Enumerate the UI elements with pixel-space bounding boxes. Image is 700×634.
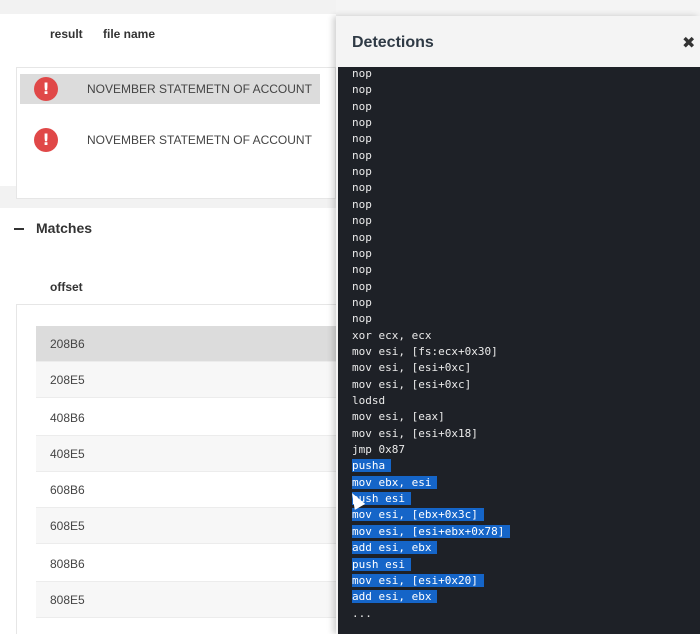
code-line: nop bbox=[352, 197, 372, 211]
code-line: nop bbox=[352, 246, 372, 260]
close-icon[interactable]: ✖ bbox=[682, 33, 695, 52]
offset-column-header: offset bbox=[50, 280, 83, 294]
file-row[interactable]: ! NOVEMBER STATEMETN OF ACCOUNT bbox=[20, 74, 320, 104]
code-line: mov esi, [esi+0x18] bbox=[352, 426, 478, 440]
file-name-column-header: file name bbox=[103, 27, 156, 41]
code-line: mov esi, [eax] bbox=[352, 410, 445, 424]
offset-row[interactable]: 408B6 bbox=[36, 400, 336, 436]
code-line: nop bbox=[352, 132, 372, 146]
code-line: nop bbox=[352, 67, 372, 80]
code-line: nop bbox=[352, 148, 372, 162]
offset-row[interactable]: 608E5 bbox=[36, 508, 336, 544]
code-line: add esi, ebx bbox=[352, 589, 438, 604]
code-line: nop bbox=[352, 312, 372, 326]
files-card: result file name ! NOVEMBER STATEMETN OF… bbox=[0, 14, 336, 199]
matches-title: Matches bbox=[36, 220, 93, 236]
file-name: NOVEMBER STATEMETN OF ACCOUNT bbox=[87, 133, 312, 147]
matches-card: Matches offset 208B6 208E5 408B6 408E5 608B6… bbox=[0, 208, 336, 634]
error-icon: ! bbox=[34, 77, 58, 101]
offset-row[interactable]: 808B6 bbox=[36, 546, 336, 582]
code-line: ... bbox=[352, 606, 372, 620]
disassembly-view[interactable]: nop nop nop nop nop nop nop nop nop nop nop nop nop n… bbox=[338, 67, 700, 634]
offset-row[interactable]: 608B6 bbox=[36, 472, 336, 508]
code-line: mov esi, [esi+ebx+0x78] bbox=[352, 524, 511, 539]
result-column-header: result bbox=[50, 27, 83, 41]
code-line: nop bbox=[352, 214, 372, 228]
code-line: mov esi, [esi+0xc] bbox=[352, 377, 472, 391]
offset-value: 808B6 bbox=[50, 557, 85, 571]
offset-value: 408B6 bbox=[50, 411, 85, 425]
detections-panel: Detections ✖ nop nop nop nop nop nop nop nop nop… bbox=[336, 16, 700, 634]
offset-row[interactable]: 208B6 bbox=[36, 326, 336, 362]
code-line: nop bbox=[352, 230, 372, 244]
code-line: nop bbox=[352, 99, 372, 113]
results-panel: result file name ! NOVEMBER STATEMETN OF… bbox=[0, 0, 336, 634]
code-line: add esi, ebx bbox=[352, 540, 438, 555]
error-icon: ! bbox=[34, 128, 58, 152]
offset-value: 208B6 bbox=[50, 337, 85, 351]
code-line: nop bbox=[352, 263, 372, 277]
code-line: mov ebx, esi bbox=[352, 475, 438, 490]
code-line: lodsd bbox=[352, 394, 386, 407]
code-line: nop bbox=[352, 295, 372, 309]
offset-value: 608B6 bbox=[50, 483, 85, 497]
code-line: nop bbox=[352, 83, 372, 97]
collapse-icon bbox=[14, 228, 24, 231]
offset-row[interactable]: 208E5 bbox=[36, 362, 336, 398]
code-line: mov esi, [esi+0xc] bbox=[352, 361, 472, 375]
offset-row[interactable]: 408E5 bbox=[36, 436, 336, 472]
offset-value: 408E5 bbox=[50, 447, 85, 461]
code-line: nop bbox=[352, 181, 372, 195]
offset-value: 608E5 bbox=[50, 519, 85, 533]
offset-row[interactable]: 808E5 bbox=[36, 582, 336, 618]
matches-toggle[interactable]: Matches bbox=[14, 220, 92, 236]
code-line: jmp 0x87 bbox=[352, 443, 405, 457]
offset-value: 808E5 bbox=[50, 593, 85, 607]
code-line: mov esi, [esi+0x20] bbox=[352, 573, 484, 588]
code-line: nop bbox=[352, 279, 372, 293]
code-line: nop bbox=[352, 165, 372, 179]
file-name: NOVEMBER STATEMETN OF ACCOUNT bbox=[87, 82, 312, 96]
code-line: xor ecx, ecx bbox=[352, 328, 432, 342]
file-row[interactable]: ! NOVEMBER STATEMETN OF ACCOUNT bbox=[20, 125, 320, 155]
code-line: nop bbox=[352, 116, 372, 130]
code-line: mov esi, [ebx+0x3c] bbox=[352, 507, 484, 522]
detections-title: Detections bbox=[352, 34, 434, 51]
code-line: mov esi, [fs:ecx+0x30] bbox=[352, 344, 498, 358]
code-line: push esi bbox=[352, 557, 411, 572]
screen: result file name ! NOVEMBER STATEMETN OF… bbox=[0, 0, 700, 634]
offset-value: 208E5 bbox=[50, 373, 85, 387]
code-line: pusha bbox=[352, 458, 392, 473]
